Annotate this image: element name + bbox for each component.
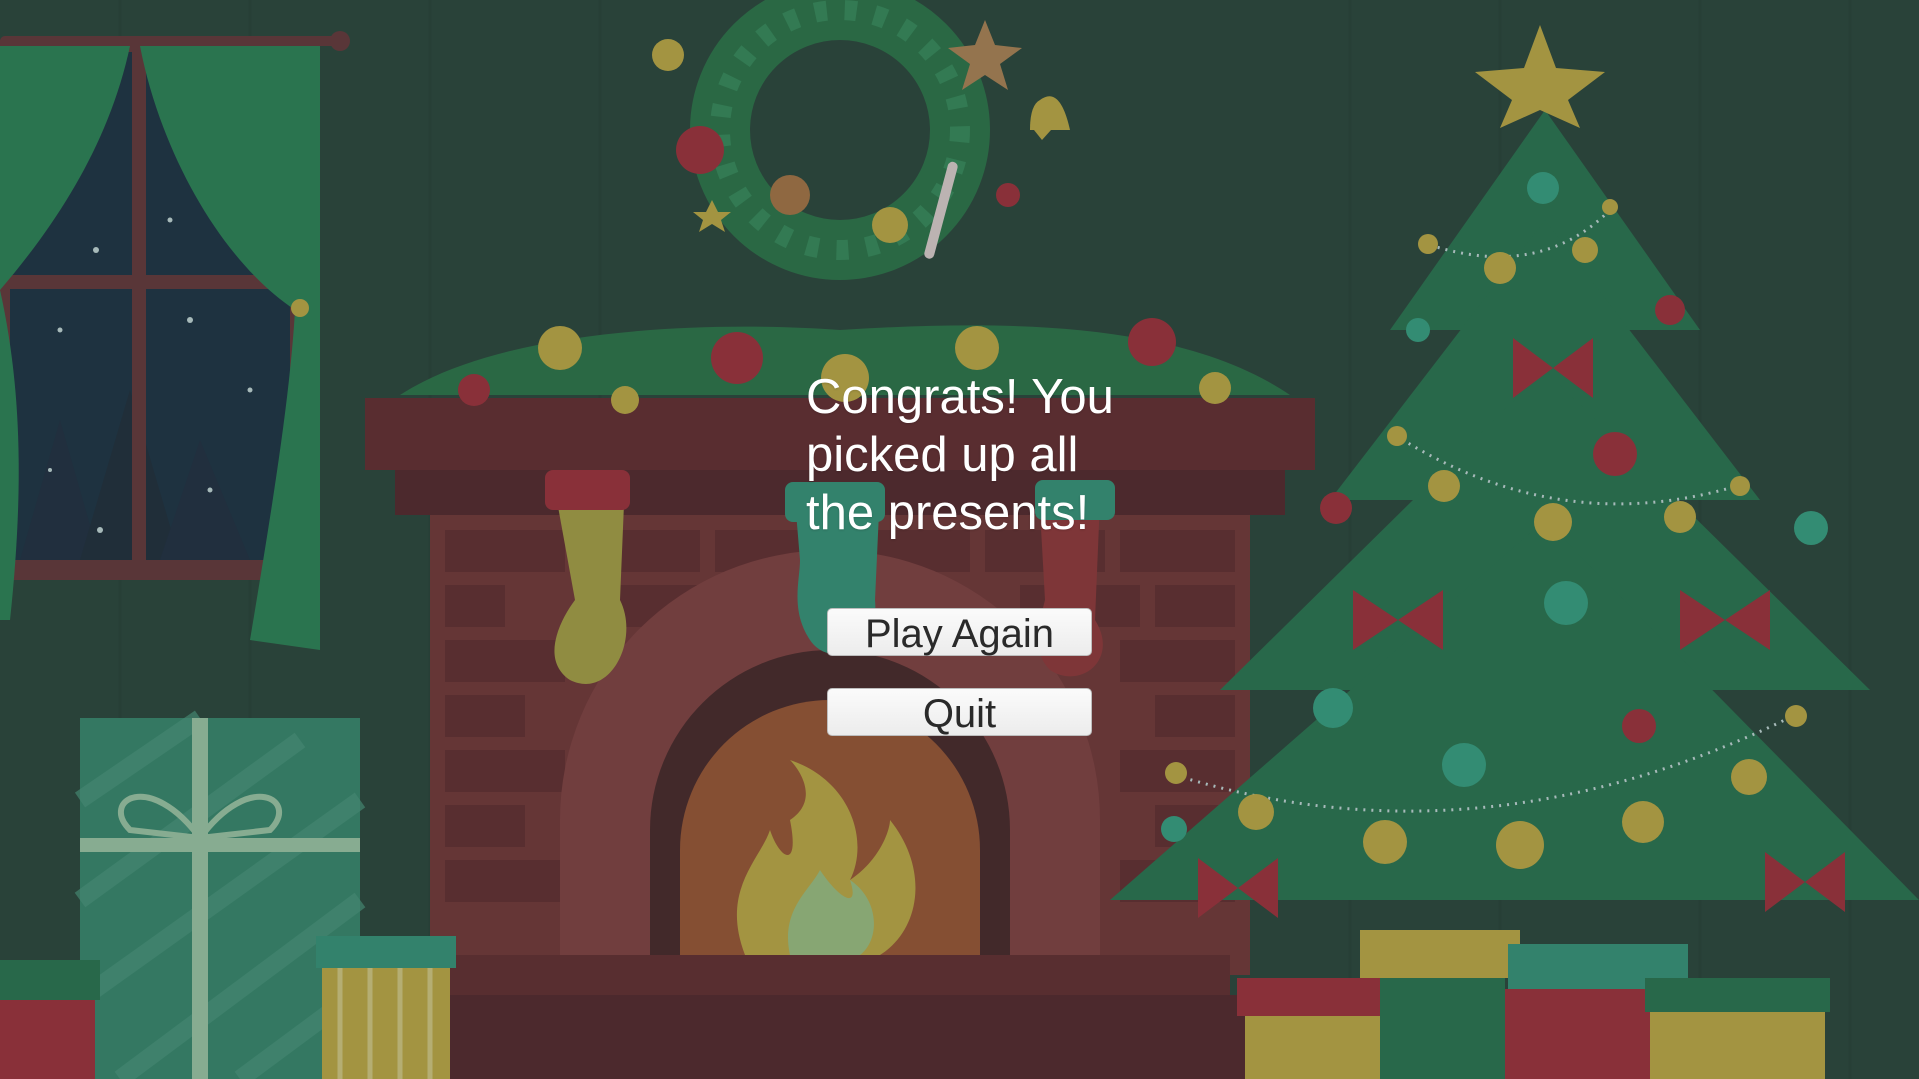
game-over-overlay: Congrats! You picked up all the presents… bbox=[0, 0, 1919, 1079]
congrats-message: Congrats! You picked up all the presents… bbox=[806, 370, 1114, 540]
play-again-button[interactable]: Play Again bbox=[827, 608, 1092, 656]
quit-button[interactable]: Quit bbox=[827, 688, 1092, 736]
